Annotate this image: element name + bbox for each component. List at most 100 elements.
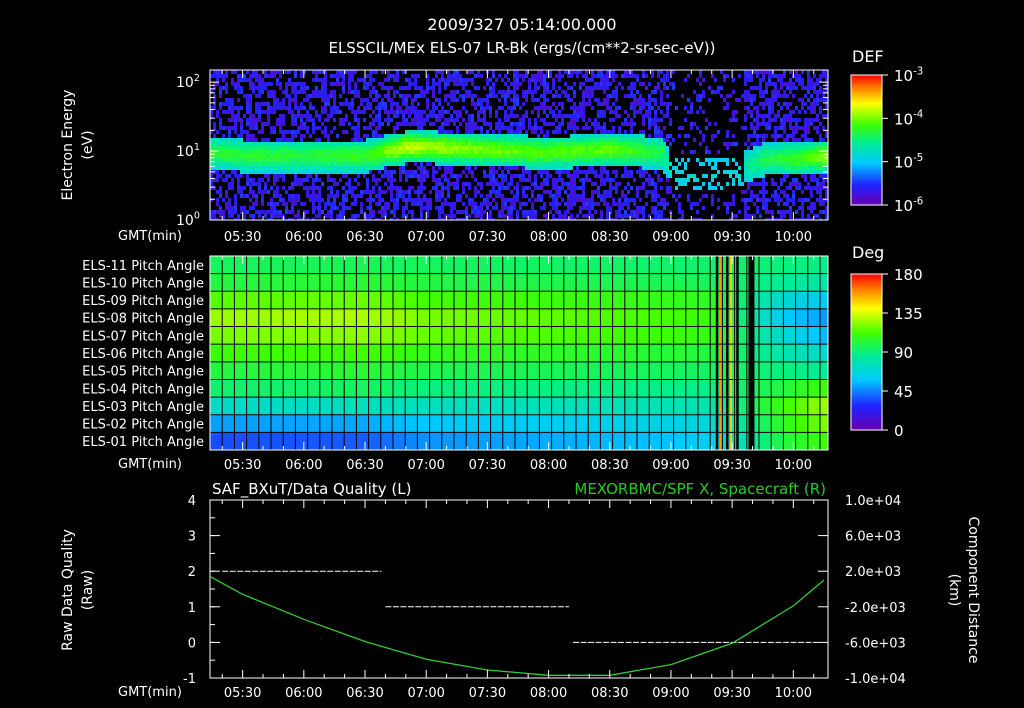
energy-cell	[660, 78, 663, 82]
energy-cell	[651, 154, 654, 158]
energy-cell	[606, 102, 609, 106]
pitch-angle-cell	[600, 291, 613, 310]
energy-cell	[255, 202, 258, 206]
energy-cell	[552, 110, 555, 114]
energy-cell	[381, 162, 384, 166]
energy-cell	[339, 82, 342, 86]
energy-cell	[639, 186, 642, 190]
energy-cell	[747, 186, 750, 190]
energy-cell	[663, 126, 666, 130]
energy-cell	[555, 150, 558, 154]
energy-cell	[801, 106, 804, 110]
energy-cell	[384, 146, 387, 150]
energy-cell	[543, 106, 546, 110]
energy-cell	[396, 74, 399, 78]
energy-cell	[519, 82, 522, 86]
energy-cell	[729, 174, 732, 178]
energy-cell	[585, 126, 588, 130]
energy-cell	[525, 162, 528, 166]
energy-cell	[606, 154, 609, 158]
energy-cell	[312, 126, 315, 130]
energy-cell	[810, 194, 813, 198]
energy-cell	[753, 94, 756, 98]
energy-cell	[354, 94, 357, 98]
energy-cell	[603, 102, 606, 106]
energy-cell	[315, 94, 318, 98]
energy-cell	[807, 206, 810, 210]
energy-cell	[570, 106, 573, 110]
energy-cell	[819, 174, 822, 178]
energy-cell	[660, 214, 663, 218]
energy-cell	[603, 114, 606, 118]
energy-cell	[753, 86, 756, 90]
energy-cell	[579, 198, 582, 202]
energy-cell	[267, 170, 270, 174]
energy-cell	[306, 126, 309, 130]
pitch-angle-cell	[490, 291, 504, 310]
energy-cell	[336, 190, 339, 194]
energy-cell	[432, 170, 435, 174]
energy-cell	[546, 166, 549, 170]
energy-cell	[267, 74, 270, 78]
energy-cell	[714, 122, 717, 126]
energy-cell	[528, 118, 531, 122]
energy-cell	[279, 102, 282, 106]
energy-cell	[294, 178, 297, 182]
energy-cell	[423, 130, 426, 134]
energy-cell	[606, 130, 609, 134]
energy-cell	[813, 150, 816, 154]
energy-cell	[411, 158, 414, 162]
energy-cell	[390, 110, 393, 114]
energy-cell	[237, 178, 240, 182]
energy-cell	[219, 214, 222, 218]
energy-cell	[660, 138, 663, 142]
energy-cell	[219, 194, 222, 198]
energy-cell	[492, 174, 495, 178]
energy-cell	[519, 118, 522, 122]
energy-cell	[396, 190, 399, 194]
energy-cell	[663, 158, 666, 162]
energy-cell	[507, 86, 510, 90]
energy-cell	[219, 118, 222, 122]
energy-cell	[261, 166, 264, 170]
energy-cell	[225, 110, 228, 114]
energy-cell	[654, 134, 657, 138]
energy-cell	[600, 154, 603, 158]
energy-cell	[408, 130, 411, 134]
energy-cell	[633, 178, 636, 182]
energy-cell	[300, 70, 303, 74]
energy-cell	[531, 154, 534, 158]
energy-cell	[279, 114, 282, 118]
energy-cell	[750, 182, 753, 186]
energy-cell	[297, 90, 300, 94]
energy-cell	[591, 170, 594, 174]
energy-cell	[561, 146, 564, 150]
pitch-angle-cell	[417, 308, 430, 327]
energy-cell	[231, 142, 234, 146]
energy-cell	[573, 202, 576, 206]
energy-cell	[225, 138, 228, 142]
energy-cell	[492, 186, 495, 190]
energy-cell	[342, 74, 345, 78]
energy-cell	[804, 102, 807, 106]
energy-cell	[510, 82, 513, 86]
energy-cell	[444, 78, 447, 82]
energy-cell	[255, 110, 258, 114]
energy-cell	[258, 186, 261, 190]
energy-cell	[552, 122, 555, 126]
energy-cell	[507, 90, 510, 94]
energy-cell	[783, 114, 786, 118]
energy-cell	[399, 150, 402, 154]
energy-cell	[468, 94, 471, 98]
energy-cell	[351, 142, 354, 146]
energy-cell	[429, 198, 432, 202]
energy-cell	[666, 70, 669, 74]
energy-cell	[774, 170, 777, 174]
pitch-angle-cell	[612, 273, 626, 292]
energy-cell	[654, 118, 657, 122]
energy-cell	[597, 86, 600, 90]
energy-cell	[615, 114, 618, 118]
energy-cell	[417, 146, 420, 150]
energy-cell	[633, 158, 636, 162]
energy-cell	[447, 70, 450, 74]
